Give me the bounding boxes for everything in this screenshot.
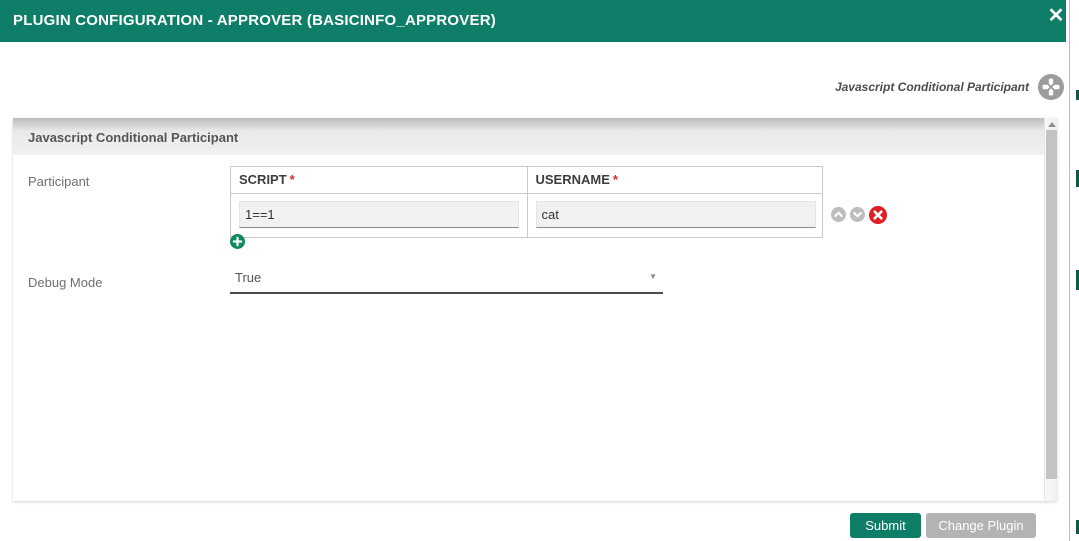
participant-label: Participant	[28, 174, 90, 189]
participant-grid-header: SCRIPT * USERNAME *	[231, 167, 822, 194]
required-asterisk: *	[289, 172, 295, 187]
row-actions	[831, 205, 887, 224]
participant-grid-row	[231, 194, 822, 237]
debug-mode-value: True	[235, 270, 262, 285]
scrollbar-thumb[interactable]	[1046, 130, 1057, 479]
script-cell	[231, 194, 527, 237]
change-plugin-button[interactable]: Change Plugin	[926, 513, 1036, 538]
required-asterisk: *	[612, 172, 618, 187]
config-panel-content: Javascript Conditional Participant Parti…	[13, 118, 1044, 501]
selected-plugin-row: Javascript Conditional Participant	[835, 73, 1064, 100]
config-panel: Javascript Conditional Participant Parti…	[13, 118, 1057, 501]
column-header-script: SCRIPT *	[231, 167, 527, 193]
debug-mode-select[interactable]: True ▼	[230, 264, 663, 294]
selected-plugin-name: Javascript Conditional Participant	[834, 79, 1029, 94]
scrollbar-up-arrow-icon[interactable]	[1048, 122, 1056, 127]
delete-row-button[interactable]	[869, 205, 887, 224]
column-header-username: USERNAME *	[526, 167, 823, 193]
move-row-down-button[interactable]	[850, 207, 865, 222]
dialog-title: PLUGIN CONFIGURATION - APPROVER (BASICIN…	[13, 12, 496, 29]
add-row-button[interactable]	[230, 234, 245, 249]
participant-grid: SCRIPT * USERNAME *	[230, 166, 823, 238]
dialog-titlebar: PLUGIN CONFIGURATION - APPROVER (BASICIN…	[0, 0, 1066, 42]
panel-scrollbar[interactable]	[1044, 118, 1057, 501]
username-cell	[526, 194, 823, 237]
section-header: Javascript Conditional Participant	[13, 118, 1044, 155]
script-input[interactable]	[239, 201, 519, 228]
username-input[interactable]	[535, 201, 816, 228]
column-label: SCRIPT	[239, 172, 287, 187]
debug-mode-label: Debug Mode	[28, 275, 103, 290]
dialog-right-edge	[1069, 0, 1070, 541]
column-label: USERNAME	[535, 172, 610, 187]
close-icon[interactable]: ✕	[1043, 2, 1069, 30]
move-row-up-button[interactable]	[831, 207, 846, 222]
plugin-badge-icon	[1038, 73, 1064, 100]
chevron-down-icon: ▼	[649, 272, 657, 281]
submit-button[interactable]: Submit	[850, 513, 921, 538]
